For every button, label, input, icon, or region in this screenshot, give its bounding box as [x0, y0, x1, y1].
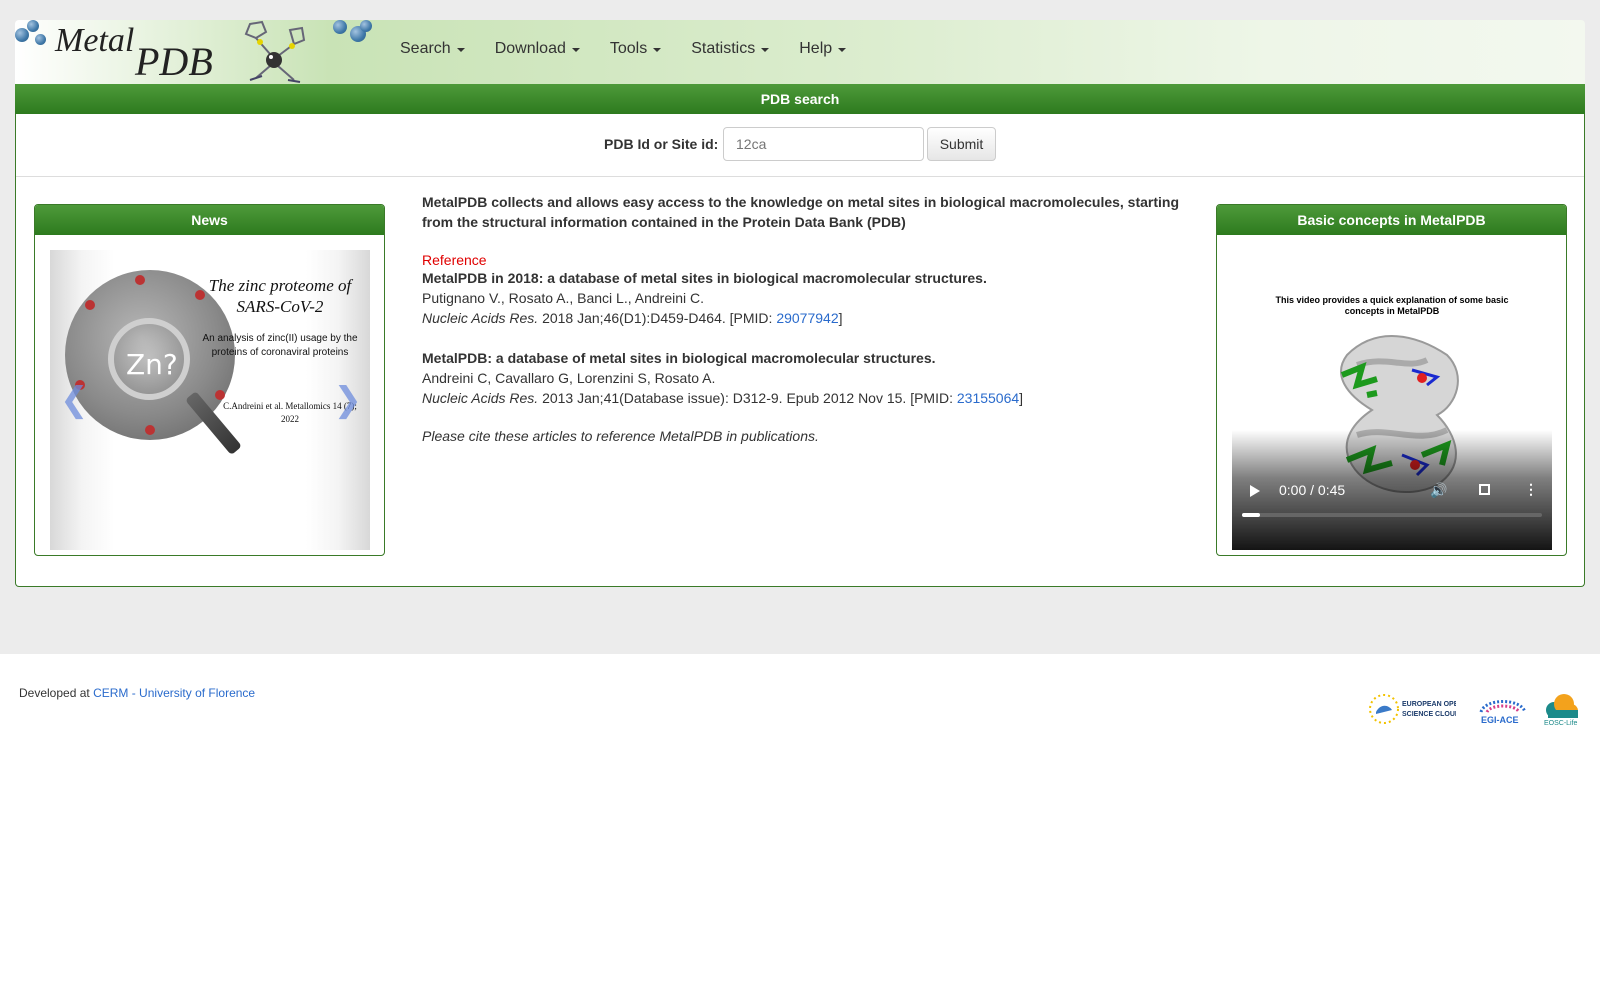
nav-help-menu[interactable]: Help	[799, 40, 847, 58]
submit-button[interactable]: Submit	[927, 127, 996, 161]
reference-item: MetalPDB: a database of metal sites in b…	[422, 348, 1192, 408]
nav-search-label: Search	[400, 40, 451, 57]
nav-search-menu[interactable]: Search	[400, 40, 465, 58]
metal-site-molecule-icon	[244, 20, 306, 83]
pmid-link[interactable]: 23155064	[957, 390, 1019, 406]
logo-pdb-text: PDB	[135, 39, 213, 84]
reference-title: MetalPDB: a database of metal sites in b…	[422, 350, 936, 366]
nav-download-label: Download	[494, 40, 566, 57]
nav-tools-label: Tools	[609, 40, 648, 57]
reference-title: MetalPDB in 2018: a database of metal si…	[422, 270, 987, 286]
footer-developed-at: Developed at	[19, 686, 94, 700]
eosc-logo-text-1: EUROPEAN OPEN	[1402, 701, 1456, 708]
reference-details: 2018 Jan;46(D1):D459-D464. [PMID:	[538, 310, 777, 326]
logo-bead	[35, 34, 46, 45]
reference-item: MetalPDB in 2018: a database of metal si…	[422, 268, 1192, 328]
egi-ace-logo[interactable]: EGI-ACE	[1475, 692, 1531, 726]
reference-journal: Nucleic Acids Res.	[422, 310, 539, 326]
virus-spike	[145, 425, 155, 435]
footer-credit: Developed at CERM - University of Floren…	[19, 686, 255, 700]
eosc-logo[interactable]: EUROPEAN OPEN SCIENCE CLOUD	[1368, 692, 1463, 726]
pdb-search-form: PDB Id or Site id: Submit	[16, 114, 1584, 177]
caret-down-icon	[838, 48, 847, 52]
reference-citation: Nucleic Acids Res. 2013 Jan;41(Database …	[422, 388, 1192, 408]
metalpdb-logo[interactable]: Metal PDB	[15, 20, 375, 84]
carousel-next-icon[interactable]: ❯	[334, 380, 363, 420]
virus-spike	[215, 390, 225, 400]
video-time: 0:00 / 0:45	[1279, 482, 1346, 498]
caret-down-icon	[571, 48, 580, 52]
main-panel: PDB search PDB Id or Site id: Submit New…	[15, 84, 1585, 587]
news-slide-subtitle: An analysis of zinc(II) usage by the pro…	[202, 333, 358, 358]
pmid-link[interactable]: 29077942	[776, 310, 838, 326]
more-options-icon[interactable]: ⋮	[1524, 481, 1538, 498]
reference-details: 2013 Jan;41(Database issue): D312-9. Epu…	[538, 390, 957, 406]
eosc-life-logo[interactable]: EOSC-Life	[1542, 692, 1580, 727]
lens-zinc-text: Zn?	[126, 348, 178, 381]
nav-tools-menu[interactable]: Tools	[609, 40, 662, 58]
reference-journal: Nucleic Acids Res.	[422, 390, 539, 406]
basic-concepts-panel: Basic concepts in MetalPDB This video pr…	[1216, 204, 1567, 556]
pdb-search-heading: PDB search	[15, 84, 1585, 114]
nav-statistics-label: Statistics	[691, 40, 756, 57]
video-controls: 0:00 / 0:45 🔊 ⋮	[1232, 430, 1552, 550]
cerm-link[interactable]: CERM - University of Florence	[93, 686, 255, 700]
main-nav-menu: Search Download Tools Statistics Help	[400, 20, 876, 78]
caret-down-icon	[456, 48, 465, 52]
news-carousel[interactable]: Zn? The zinc proteome of SARS-CoV-2 An a…	[50, 250, 370, 550]
volume-icon[interactable]: 🔊	[1430, 482, 1447, 499]
video-caption: This video provides a quick explanation …	[1275, 295, 1509, 316]
reference-close: ]	[838, 310, 843, 326]
logo-metal-text: Metal	[55, 22, 135, 59]
pdb-search-label: PDB Id or Site id:	[604, 136, 719, 152]
news-panel: News Zn? The zinc proteome of SARS-CoV-2…	[34, 204, 385, 556]
basic-concepts-heading: Basic concepts in MetalPDB	[1217, 205, 1566, 235]
reference-close: ]	[1019, 390, 1024, 406]
nav-statistics-menu[interactable]: Statistics	[691, 40, 770, 58]
nav-download-menu[interactable]: Download	[495, 40, 580, 58]
video-progress-fill	[1242, 513, 1260, 517]
fullscreen-icon[interactable]	[1479, 484, 1490, 495]
egi-ace-logo-icon: EGI-ACE	[1479, 700, 1527, 725]
news-heading: News	[35, 205, 384, 235]
top-navbar: Metal PDB Search Download Tools Statisti…	[15, 20, 1585, 84]
concepts-video[interactable]: This video provides a quick explanation …	[1232, 250, 1552, 550]
logo-bead	[15, 28, 29, 42]
egi-ace-logo-text: EGI-ACE	[1481, 715, 1519, 725]
reference-citation: Nucleic Acids Res. 2018 Jan;46(D1):D459-…	[422, 308, 1192, 328]
eosc-life-logo-icon: EOSC-Life	[1544, 694, 1578, 727]
virus-spike	[135, 275, 145, 285]
reference-authors: Andreini C, Cavallaro G, Lorenzini S, Ro…	[422, 370, 716, 386]
virus-spike	[85, 300, 95, 310]
play-icon[interactable]	[1250, 485, 1260, 497]
reference-authors: Putignano V., Rosato A., Banci L., Andre…	[422, 290, 704, 306]
intro-text: MetalPDB collects and allows easy access…	[422, 194, 1180, 230]
caret-down-icon	[653, 48, 662, 52]
carousel-prev-icon[interactable]: ❮	[60, 380, 89, 420]
eosc-logo-text-2: SCIENCE CLOUD	[1402, 711, 1456, 718]
eosc-logo-icon: EUROPEAN OPEN SCIENCE CLOUD	[1369, 694, 1463, 724]
pdb-id-input[interactable]	[723, 127, 924, 161]
logo-bead	[27, 20, 39, 32]
intro-content: MetalPDB collects and allows easy access…	[422, 192, 1192, 444]
cite-note: Please cite these articles to reference …	[422, 428, 819, 444]
reference-label: Reference	[422, 252, 487, 268]
logo-bead	[333, 20, 347, 34]
logo-bead	[360, 20, 372, 32]
eosc-life-logo-text: EOSC-Life	[1544, 720, 1578, 726]
video-progress-track[interactable]	[1242, 513, 1542, 517]
caret-down-icon	[761, 48, 770, 52]
news-slide-title: The zinc proteome of SARS-CoV-2	[208, 276, 352, 316]
nav-help-label: Help	[799, 40, 833, 57]
